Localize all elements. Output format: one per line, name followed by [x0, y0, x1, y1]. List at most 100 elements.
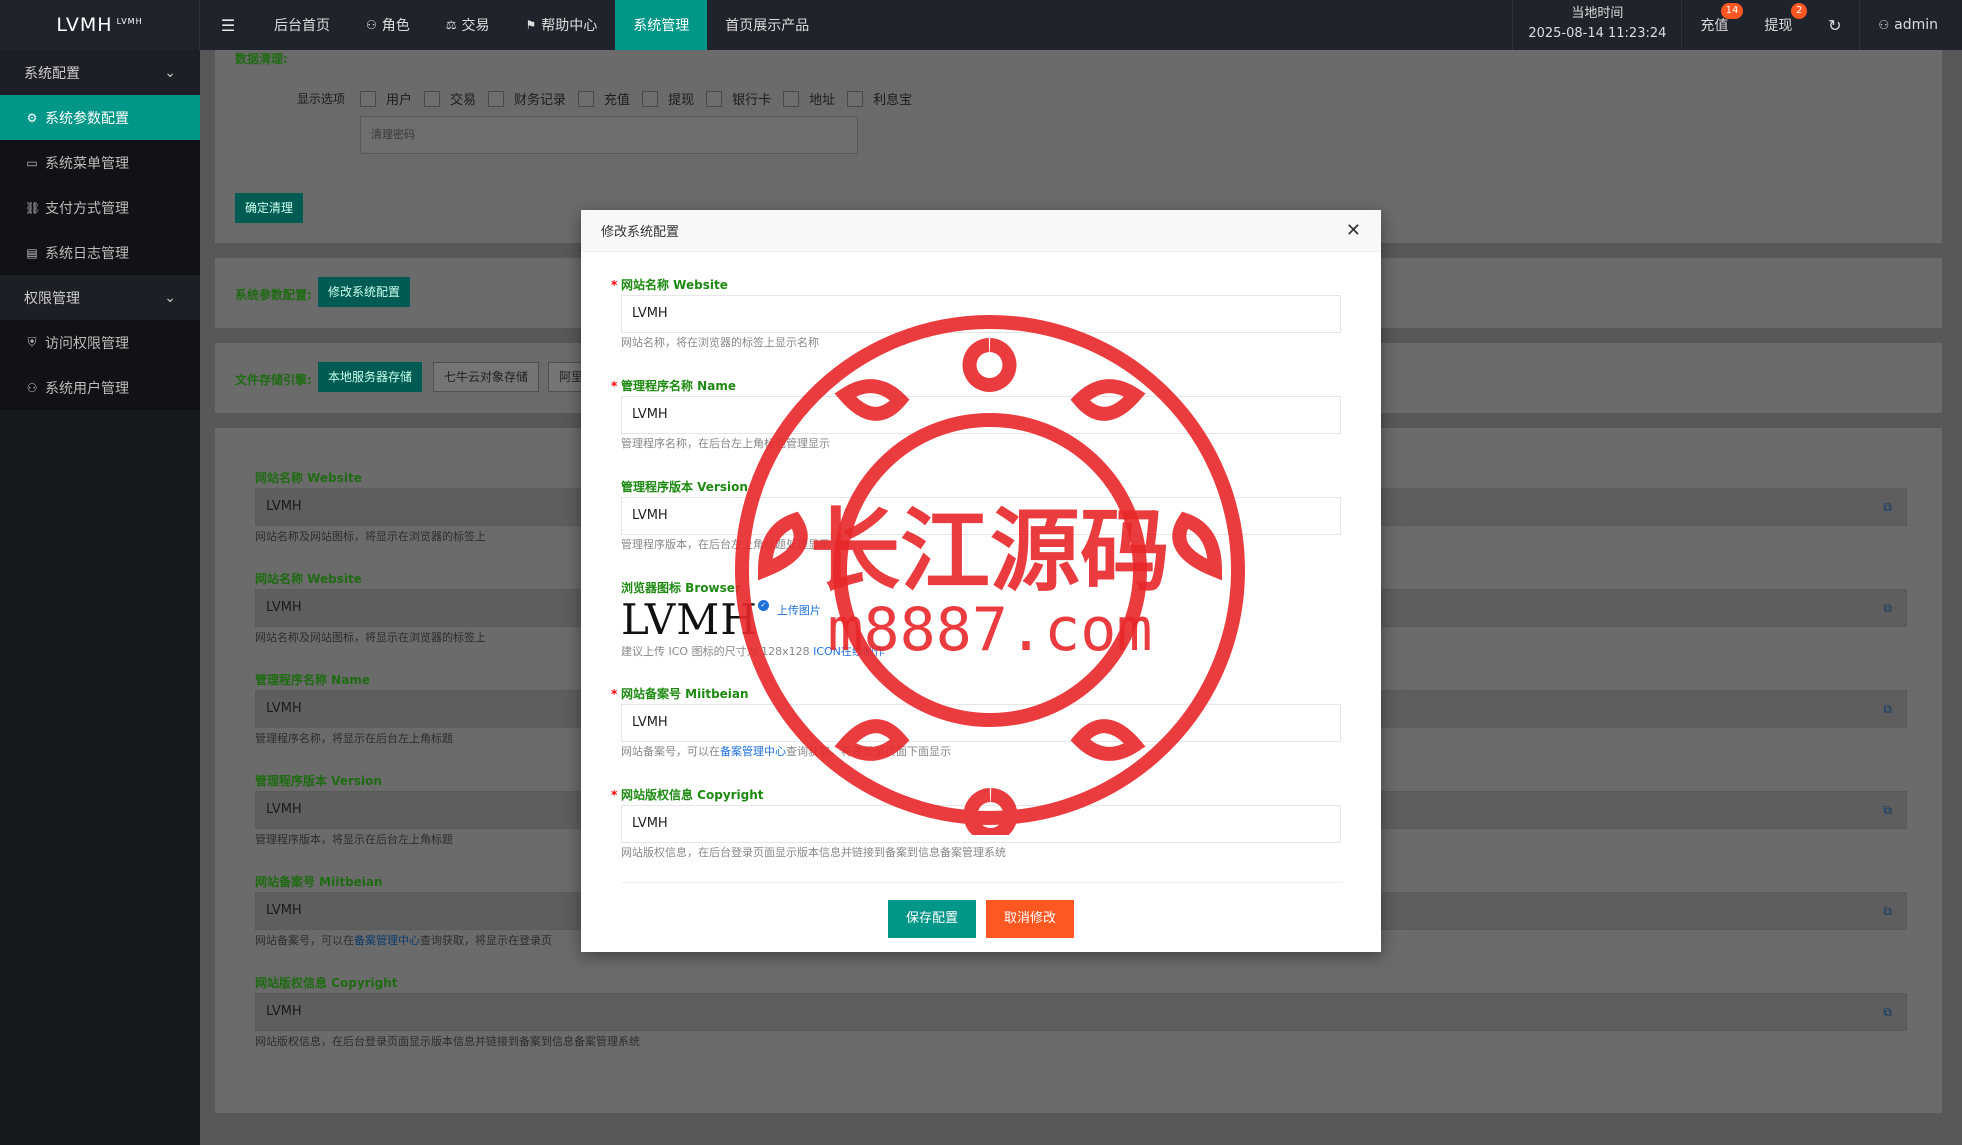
field-label: * 网站版权信息 Copyright	[611, 785, 1341, 805]
option-label: 地址	[809, 93, 836, 108]
form-copyright: 网站版权信息 Copyright LVMH ⧉ 网站版权信息，在后台登录页面显示版本信…	[255, 973, 1907, 1053]
copy-icon[interactable]: ⧉	[1883, 893, 1892, 929]
nav-help[interactable]: ⚑ 帮助中心	[508, 0, 616, 50]
beian-center-link[interactable]: 备案管理中心	[720, 745, 786, 758]
nav-dashboard[interactable]: 后台首页	[256, 0, 348, 50]
option-address[interactable]: 地址	[783, 89, 835, 108]
sidebar: 系统配置 ⌄ ⚙ 系统参数配置 ▭ 系统菜单管理 ⛓ 支付方式管理 ▤ 系统日志管理 权限…	[0, 50, 200, 1145]
menu-toggle-icon[interactable]: ☰	[200, 0, 256, 50]
save-config-button[interactable]: 保存配置	[887, 900, 976, 938]
sidebar-item-params[interactable]: ⚙ 系统参数配置	[0, 95, 200, 140]
dlg-version-input[interactable]: LVMH	[621, 497, 1341, 535]
top-bar: LVMH LVMH ☰ 后台首页 ⚇ 角色 ⚖ 交易 ⚑ 帮助中心 系统管理 首页展示产…	[0, 0, 1962, 50]
edit-config-button[interactable]: 修改系统配置	[318, 277, 411, 307]
option-finance[interactable]: 财务记录	[488, 89, 566, 108]
chevron-down-icon: ⌄	[164, 64, 176, 81]
field-label: * 网站名称 Website	[611, 275, 1341, 295]
storage-qiniu-button[interactable]: 七牛云对象存储	[433, 362, 540, 392]
field-hint: 建议上传 ICO 图标的尺寸为 128x128 ICON在线制作	[621, 642, 885, 662]
option-label: 提现	[668, 93, 695, 108]
label-text: 网站备案号 Miitbeian	[621, 687, 749, 701]
required-mark: *	[611, 687, 618, 701]
field-hint: 管理程序版本，在后台左上角标题处理显示	[621, 538, 830, 551]
checkbox[interactable]	[424, 90, 441, 107]
dlg-website-input[interactable]: LVMH	[621, 295, 1341, 333]
sidebar-group-permission[interactable]: 权限管理 ⌄	[0, 275, 200, 320]
option-bankcard[interactable]: 银行卡	[706, 89, 771, 108]
cancel-edit-button[interactable]: 取消修改	[986, 900, 1075, 938]
field-hint: 管理程序名称，在后台左上角标题管理显示	[621, 437, 830, 450]
dialog-actions: 保存配置 取消修改	[581, 900, 1381, 938]
local-time: 当地时间 2025-08-14 11:23:24	[1512, 0, 1683, 50]
sidebar-item-access[interactable]: ⛨ 访问权限管理	[0, 320, 200, 365]
dlg-miit-input[interactable]: LVMH	[621, 704, 1341, 742]
user-icon: ⚇	[1878, 18, 1890, 32]
field-hint: 网站版权信息，在后台登录页面显示版本信息并链接到备案到信息备案管理系统	[255, 1035, 640, 1048]
nav-label: 系统管理	[633, 18, 690, 34]
recharge-badge: 14	[1720, 3, 1744, 19]
option-users[interactable]: 用户	[360, 89, 412, 108]
upload-image-link[interactable]: 上传图片	[777, 602, 821, 618]
sidebar-item-logs[interactable]: ▤ 系统日志管理	[0, 230, 200, 275]
time-value: 2025-08-14 11:23:24	[1528, 26, 1667, 41]
copy-icon[interactable]: ⧉	[1883, 691, 1892, 727]
nav-system[interactable]: 系统管理	[615, 0, 708, 50]
browser-logo-image[interactable]: LVMH	[621, 598, 758, 642]
app-logo[interactable]: LVMH LVMH	[0, 0, 200, 50]
display-options-label: 显示选项	[297, 92, 346, 106]
field-label: 管理程序版本 Version	[621, 480, 748, 494]
label-text: 管理程序名称 Name	[621, 379, 736, 393]
option-trades[interactable]: 交易	[424, 89, 476, 108]
option-withdraw[interactable]: 提现	[642, 89, 694, 108]
confirm-cleanup-button[interactable]: 确定清理	[235, 193, 304, 223]
sidebar-item-menu[interactable]: ▭ 系统菜单管理	[0, 140, 200, 185]
checkbox[interactable]	[847, 90, 864, 107]
beian-link[interactable]: 备案管理中心	[354, 934, 420, 947]
cleanup-title: 数据清理:	[235, 52, 288, 66]
divider	[621, 882, 1341, 883]
copyright-input[interactable]: LVMH ⧉	[255, 993, 1907, 1031]
checkbox[interactable]	[360, 90, 376, 107]
checkbox[interactable]	[783, 90, 800, 107]
recharge-button[interactable]: 充值 14	[1682, 0, 1746, 50]
hint-text: 查询获取，将在登录页面下面显示	[786, 745, 951, 758]
option-recharge[interactable]: 充值	[578, 89, 630, 108]
label-text: 网站版权信息 Copyright	[621, 788, 764, 802]
sidebar-item-payment[interactable]: ⛓ 支付方式管理	[0, 185, 200, 230]
dlg-copyright-input[interactable]: LVMH	[621, 805, 1341, 843]
user-icon: ⚇	[26, 380, 38, 395]
copy-icon[interactable]: ⧉	[1883, 489, 1892, 525]
browser-icon-row: LVMH ✓ 上传图片	[621, 598, 885, 642]
checkbox[interactable]	[642, 90, 659, 107]
sidebar-group-system[interactable]: 系统配置 ⌄	[0, 50, 200, 95]
copy-icon[interactable]: ⧉	[1883, 994, 1892, 1030]
checkbox[interactable]	[578, 90, 595, 107]
storage-local-button[interactable]: 本地服务器存储	[318, 362, 423, 392]
window-icon: ▭	[26, 155, 38, 170]
sidebar-item-users[interactable]: ⚇ 系统用户管理	[0, 365, 200, 410]
required-mark: *	[611, 379, 618, 393]
dlg-name-input[interactable]: LVMH	[621, 396, 1341, 434]
scale-icon: ⚖	[445, 18, 457, 32]
checkbox[interactable]	[706, 90, 723, 107]
dialog-header: 修改系统配置 ✕	[581, 210, 1381, 252]
refresh-icon[interactable]: ↻	[1810, 0, 1861, 50]
withdraw-badge: 2	[1790, 3, 1808, 19]
user-menu[interactable]: ⚇ admin	[1860, 17, 1962, 33]
withdraw-button[interactable]: 提现 2	[1746, 0, 1810, 50]
field-label: 网站版权信息 Copyright	[255, 976, 398, 990]
icon-maker-link[interactable]: ICON在线制作	[813, 645, 885, 658]
nav-roles[interactable]: ⚇ 角色	[348, 0, 428, 50]
option-label: 利息宝	[873, 93, 913, 108]
dlg-website: * 网站名称 Website LVMH 网站名称，将在浏览器的标签上显示名称	[611, 275, 1341, 353]
option-interest[interactable]: 利息宝	[847, 89, 912, 108]
copy-icon[interactable]: ⧉	[1883, 590, 1892, 626]
copy-icon[interactable]: ⧉	[1883, 792, 1892, 828]
checkbox[interactable]	[488, 90, 505, 107]
close-icon[interactable]: ✕	[1346, 220, 1361, 241]
hint-text: 建议上传 ICO 图标的尺寸为 128x128	[621, 645, 810, 658]
nav-trade[interactable]: ⚖ 交易	[428, 0, 508, 50]
nav-products[interactable]: 首页展示产品	[707, 0, 827, 50]
user-icon: ⚇	[366, 18, 377, 32]
cleanup-password-input[interactable]: 清理密码	[360, 116, 858, 154]
